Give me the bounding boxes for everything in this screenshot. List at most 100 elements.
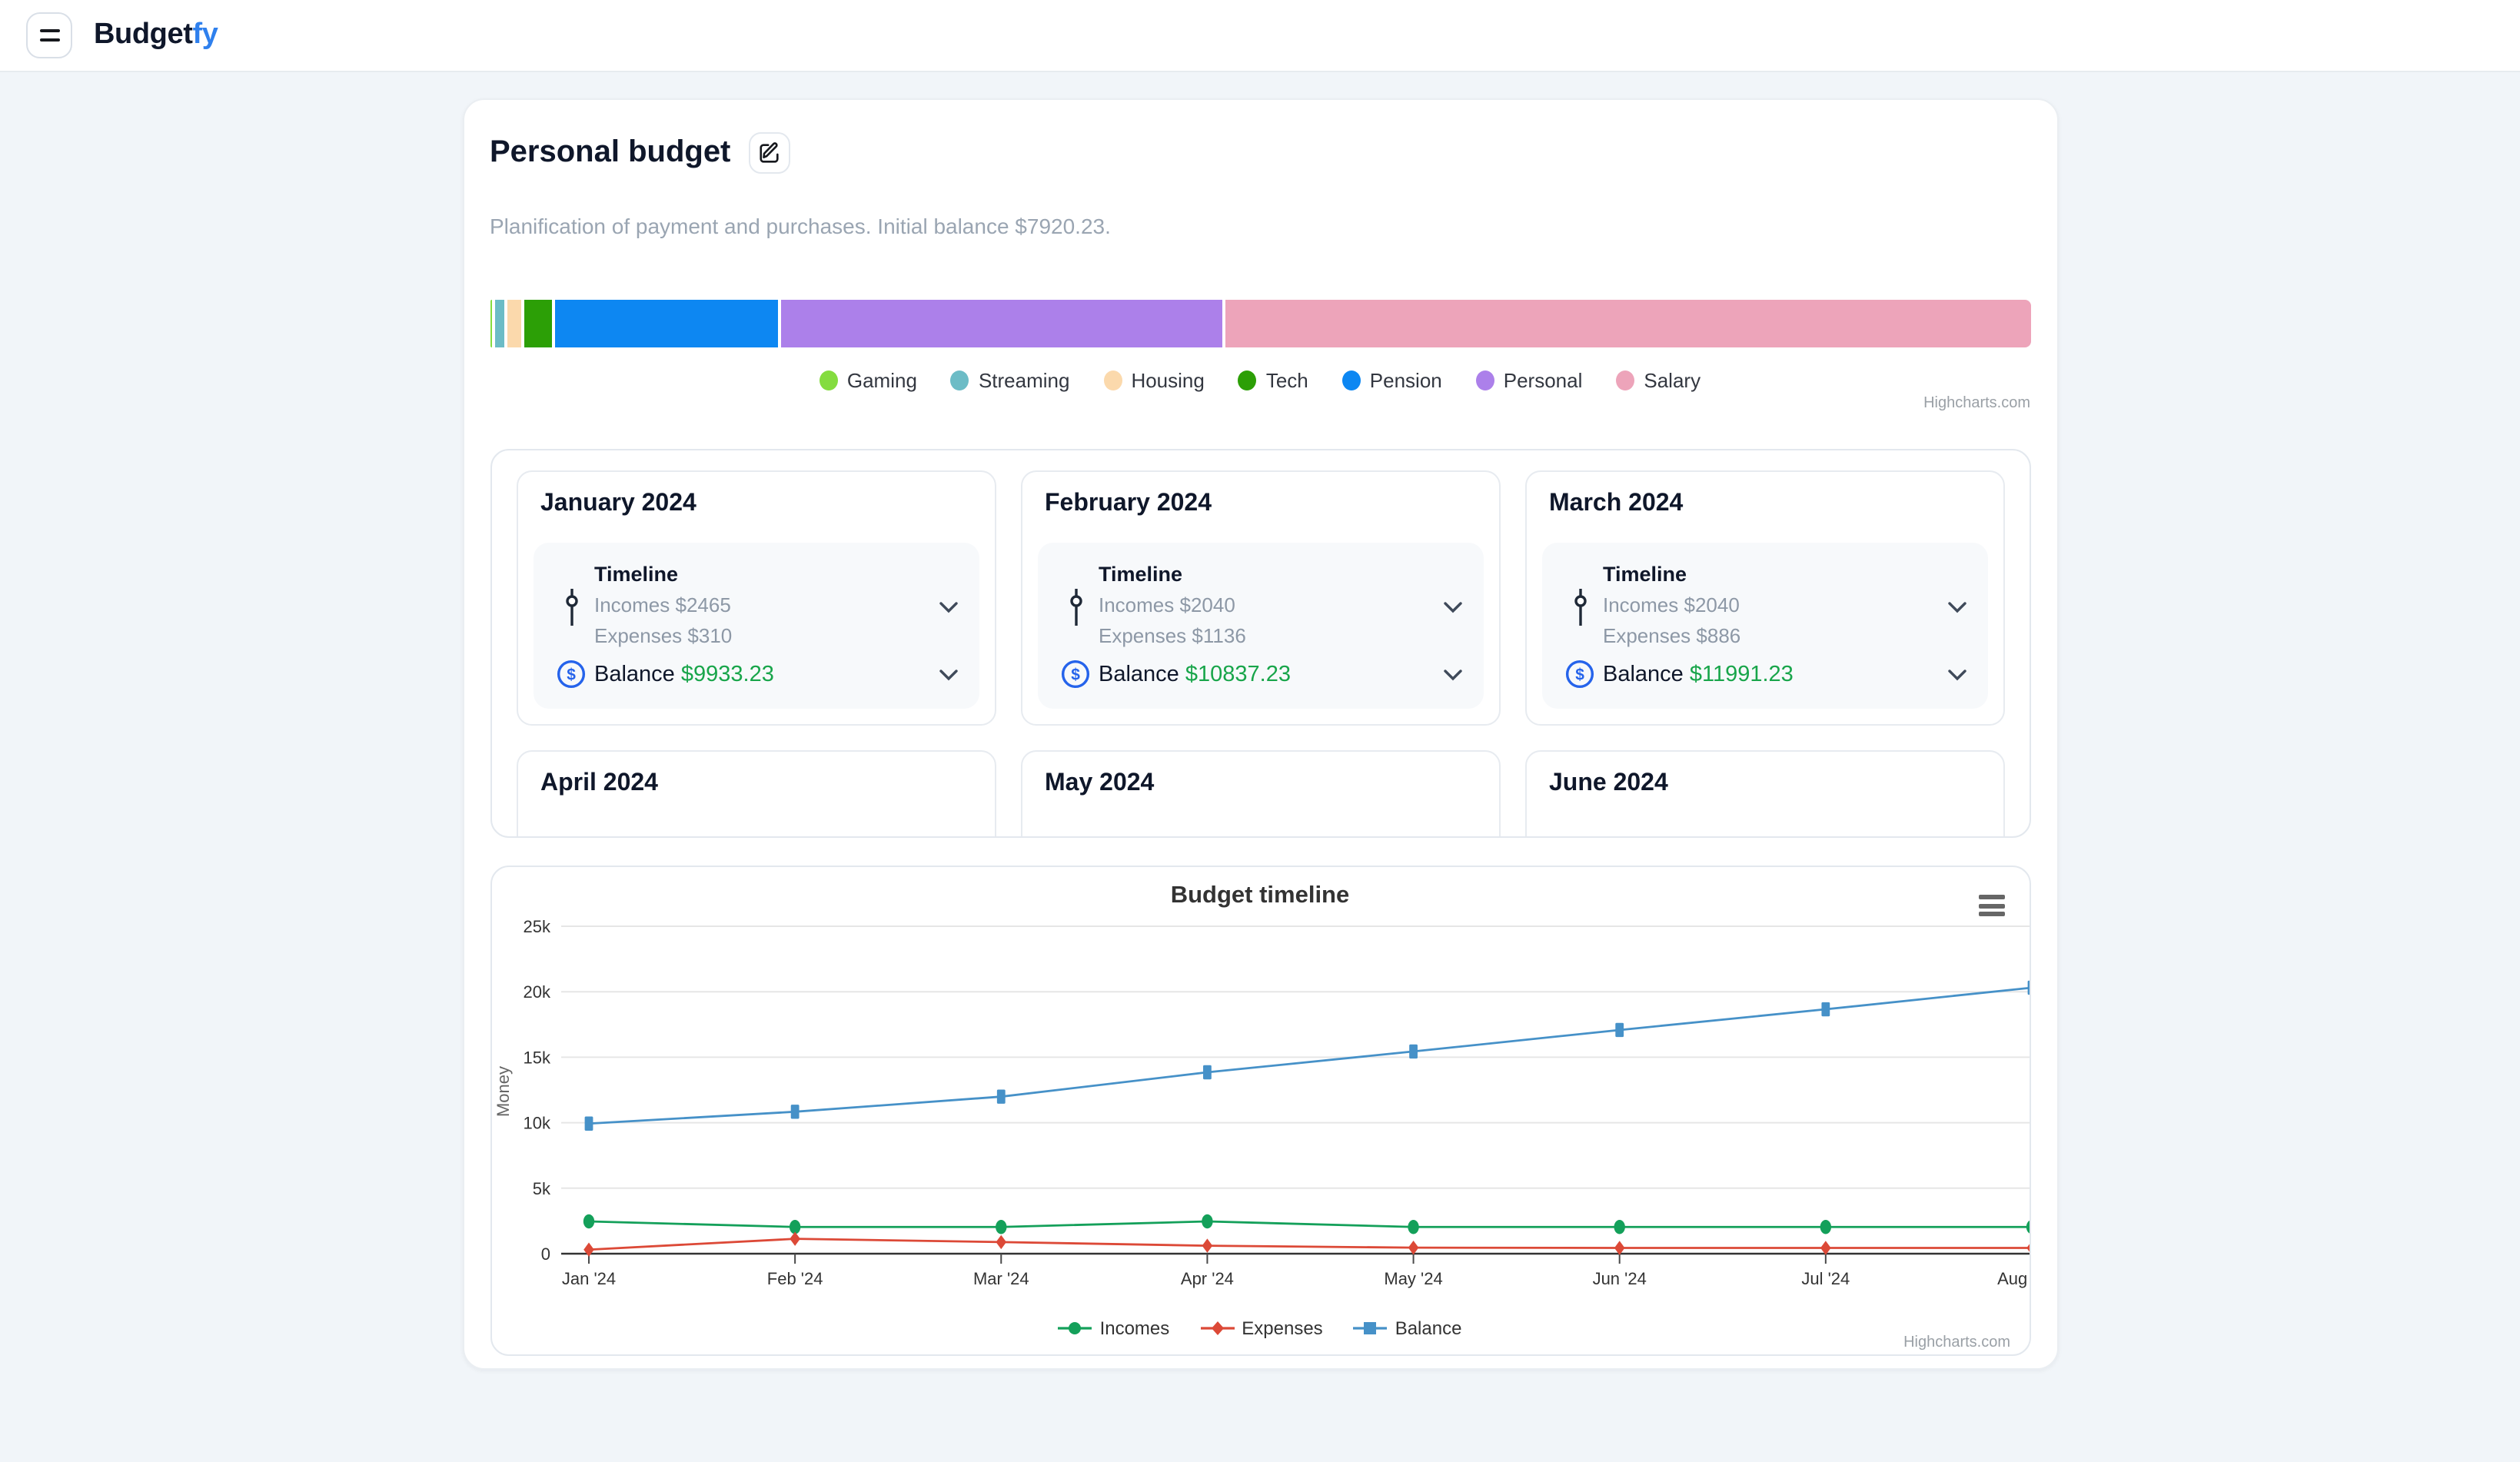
- month-title: April 2024: [540, 770, 979, 798]
- series-line-expenses: [588, 1239, 2030, 1250]
- month-summary-box: Timeline Incomes $2040 Expenses $1136 $ …: [1037, 543, 1483, 709]
- bar-segment-gaming: [490, 300, 492, 347]
- legend-marker: [1354, 1319, 1388, 1337]
- balance-label: Balance: [1099, 662, 1185, 686]
- legend-item-tech[interactable]: Tech: [1238, 369, 1308, 392]
- x-tick-label: Aug '24: [1996, 1269, 2030, 1288]
- hamburger-icon: [39, 38, 59, 42]
- legend-marker: [1103, 370, 1122, 390]
- incomes-line: Incomes $2040: [1603, 590, 1938, 621]
- legend-item-balance[interactable]: Balance: [1354, 1317, 1462, 1339]
- highcharts-credit[interactable]: Highcharts.com: [490, 395, 2030, 412]
- marker-square: [790, 1105, 799, 1118]
- legend-item-incomes[interactable]: Incomes: [1059, 1317, 1170, 1339]
- bar-segment-housing: [508, 300, 521, 347]
- months-grid: January 2024 Timeline Incomes $2465 Expe…: [516, 470, 2004, 838]
- category-stacked-bar: [490, 300, 2030, 347]
- balance-label: Balance: [1603, 662, 1690, 686]
- timeline-icon: [1056, 587, 1095, 627]
- legend-label: Gaming: [847, 369, 917, 392]
- balance-value: $11991.23: [1690, 662, 1794, 686]
- month-summary-box: Timeline Incomes $2465 Expenses $310 $ B…: [533, 543, 979, 709]
- line-chart-plot: 05k10k15k20k25kMoneyJan '24Feb '24Mar '2…: [491, 867, 2030, 1356]
- x-tick-label: Jul '24: [1800, 1269, 1849, 1288]
- highcharts-credit[interactable]: Highcharts.com: [1903, 1334, 2010, 1351]
- month-title: March 2024: [1549, 490, 1987, 518]
- chevron-down-icon: [1443, 660, 1461, 688]
- y-tick-label: 15k: [523, 1048, 550, 1067]
- expenses-line: Expenses $310: [594, 621, 929, 652]
- x-tick-label: Jan '24: [561, 1269, 615, 1288]
- x-tick-label: May '24: [1383, 1269, 1441, 1288]
- y-tick-label: 25k: [523, 917, 550, 936]
- timeline-heading: Timeline: [1099, 563, 1434, 586]
- marker-diamond: [995, 1235, 1006, 1249]
- marker-diamond: [1408, 1241, 1418, 1254]
- month-title: May 2024: [1045, 770, 1483, 798]
- legend-item-salary[interactable]: Salary: [1616, 369, 1701, 392]
- svg-text:$: $: [567, 666, 576, 684]
- series-line-incomes: [588, 1221, 2030, 1227]
- marker-square: [1408, 1045, 1417, 1058]
- balance-row[interactable]: $ Balance $9933.23: [551, 660, 957, 689]
- brand-accent: fy: [192, 18, 218, 51]
- legend-item-streaming[interactable]: Streaming: [951, 369, 1070, 392]
- marker-square: [1202, 1065, 1211, 1079]
- month-card-june: June 2024: [1524, 750, 2004, 838]
- marker-square: [1614, 1023, 1623, 1037]
- budget-description: Planification of payment and purchases. …: [490, 214, 2030, 238]
- timeline-row[interactable]: Timeline Incomes $2040 Expenses $1136: [1056, 563, 1461, 653]
- y-tick-label: 10k: [523, 1114, 550, 1133]
- expenses-line: Expenses $886: [1603, 621, 1938, 652]
- legend-label: Housing: [1131, 369, 1204, 392]
- marker-circle: [1201, 1214, 1212, 1228]
- balance-row[interactable]: $ Balance $10837.23: [1056, 660, 1461, 689]
- legend-marker: [1476, 370, 1494, 390]
- month-card-april: April 2024: [516, 750, 996, 838]
- y-tick-label: 0: [540, 1244, 550, 1264]
- legend-item-gaming[interactable]: Gaming: [819, 369, 917, 392]
- balance-value: $9933.23: [681, 662, 774, 686]
- marker-diamond: [1202, 1238, 1212, 1252]
- y-tick-label: 20k: [523, 982, 550, 1002]
- edit-budget-button[interactable]: [749, 132, 790, 174]
- x-tick-label: Feb '24: [766, 1269, 823, 1288]
- chevron-down-icon: [939, 660, 957, 688]
- legend-marker: [951, 370, 969, 390]
- budget-title-row: Personal budget: [490, 132, 2030, 174]
- legend-label: Balance: [1395, 1317, 1462, 1339]
- month-card-january: January 2024 Timeline Incomes $2465 Expe…: [516, 470, 996, 726]
- months-panel: January 2024 Timeline Incomes $2465 Expe…: [490, 449, 2030, 838]
- marker-diamond: [789, 1231, 800, 1245]
- legend-item-housing[interactable]: Housing: [1103, 369, 1204, 392]
- chart-legend: Incomes Expenses Balance: [491, 1317, 2029, 1339]
- marker-square: [584, 1117, 593, 1131]
- legend-label: Incomes: [1100, 1317, 1170, 1339]
- month-title: June 2024: [1549, 770, 1987, 798]
- x-tick-label: Jun '24: [1592, 1269, 1646, 1288]
- balance-value: $10837.23: [1185, 662, 1291, 686]
- balance-row[interactable]: $ Balance $11991.23: [1560, 660, 1966, 689]
- app-logo[interactable]: Budgetfy: [94, 18, 218, 52]
- bar-segment-salary: [1225, 300, 2030, 347]
- legend-marker: [1238, 370, 1257, 390]
- dollar-circle-icon: $: [551, 660, 591, 689]
- chevron-down-icon: [1947, 660, 1966, 688]
- chevron-down-icon: [1443, 593, 1461, 621]
- brand-primary: Budget: [94, 18, 192, 51]
- marker-circle: [583, 1214, 593, 1228]
- x-tick-label: Apr '24: [1180, 1269, 1233, 1288]
- marker-circle: [1820, 1220, 1830, 1234]
- legend-item-personal[interactable]: Personal: [1476, 369, 1583, 392]
- menu-button[interactable]: [26, 12, 72, 58]
- legend-item-pension[interactable]: Pension: [1342, 369, 1442, 392]
- legend-label: Personal: [1504, 369, 1583, 392]
- marker-square: [1820, 1002, 1829, 1016]
- legend-item-expenses[interactable]: Expenses: [1200, 1317, 1322, 1339]
- svg-text:$: $: [1071, 666, 1080, 684]
- timeline-row[interactable]: Timeline Incomes $2465 Expenses $310: [551, 563, 957, 653]
- timeline-row[interactable]: Timeline Incomes $2040 Expenses $886: [1560, 563, 1966, 653]
- balance-label: Balance: [594, 662, 681, 686]
- timeline-heading: Timeline: [1603, 563, 1938, 586]
- legend-label: Salary: [1644, 369, 1701, 392]
